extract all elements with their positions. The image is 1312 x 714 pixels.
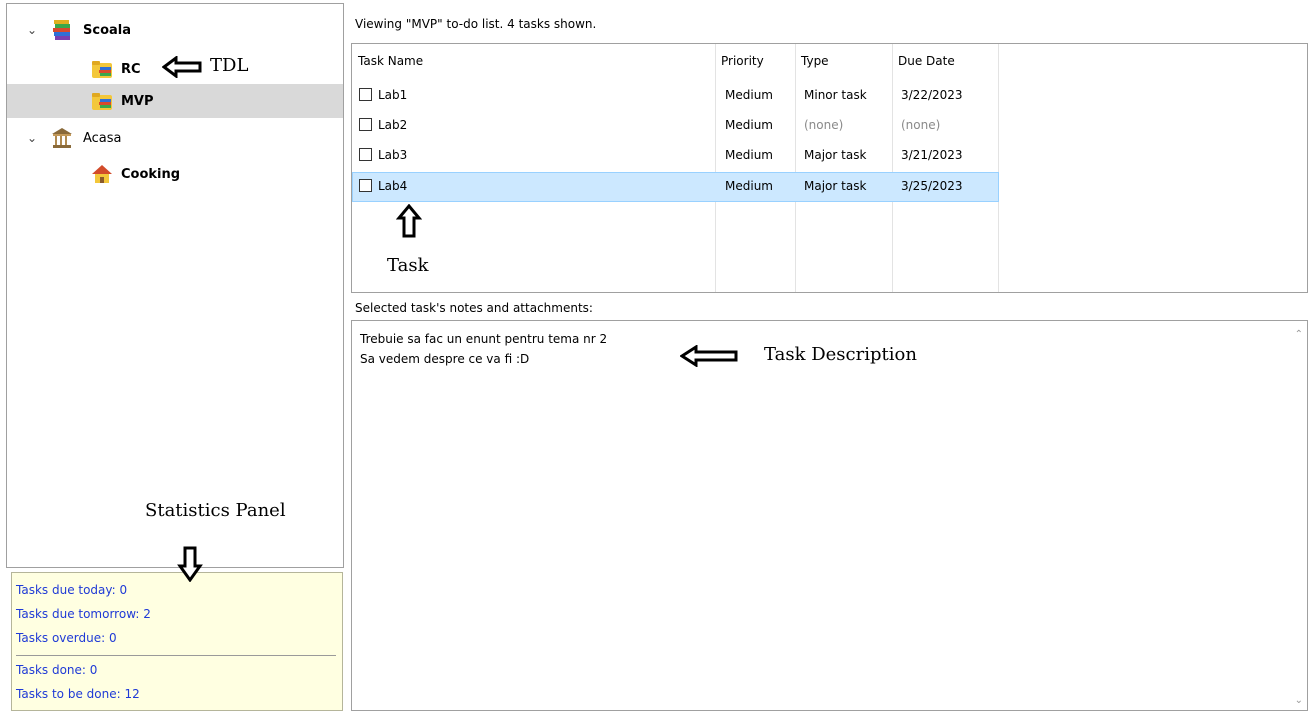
task-type: Major task: [804, 148, 867, 162]
statistics-panel: Tasks due today: 0 Tasks due tomorrow: 2…: [11, 572, 343, 711]
task-checkbox[interactable]: [359, 88, 372, 101]
table-row[interactable]: Lab1 Medium Minor task 3/22/2023: [352, 81, 999, 111]
table-row[interactable]: Lab3 Medium Major task 3/21/2023: [352, 141, 999, 171]
task-type: Minor task: [804, 88, 867, 102]
tree-item-cooking[interactable]: Cooking: [7, 157, 343, 191]
column-header-priority[interactable]: Priority: [721, 54, 764, 68]
chevron-down-icon[interactable]: ⌄: [27, 131, 37, 145]
folder-books-icon: [92, 93, 112, 110]
arrow-left-icon: [680, 345, 738, 367]
task-list[interactable]: Task Name Priority Type Due Date Lab1 Me…: [351, 43, 1308, 293]
tree-item-acasa[interactable]: ⌄ Acasa: [7, 121, 343, 155]
notes-header: Selected task's notes and attachments:: [355, 301, 593, 315]
tree-item-label: Scoala: [83, 22, 132, 38]
task-priority: Medium: [725, 118, 773, 132]
tree-item-label: Cooking: [121, 166, 181, 182]
stats-divider: [16, 655, 336, 656]
task-type: Major task: [804, 179, 867, 193]
task-due-date: (none): [901, 118, 941, 132]
task-name: Lab2: [378, 118, 408, 132]
stat-done: Tasks done: 0: [16, 663, 98, 677]
column-header-due-date[interactable]: Due Date: [898, 54, 955, 68]
column-header-type[interactable]: Type: [801, 54, 829, 68]
tree-item-label: Acasa: [83, 130, 122, 146]
annotation-task: Task: [387, 255, 429, 276]
task-name: Lab3: [378, 148, 408, 162]
table-row-selected[interactable]: Lab4 Medium Major task 3/25/2023: [352, 172, 999, 202]
tree-item-scoala[interactable]: ⌄ Scoala: [7, 13, 343, 47]
scroll-down-icon[interactable]: ⌄: [1295, 695, 1303, 706]
task-priority: Medium: [725, 179, 773, 193]
chevron-down-icon[interactable]: ⌄: [27, 23, 37, 37]
task-priority: Medium: [725, 88, 773, 102]
tdl-tree-panel[interactable]: ⌄ Scoala RC MVP ⌄ Acasa Cooking: [6, 3, 344, 568]
task-due-date: 3/21/2023: [901, 148, 963, 162]
tree-item-label: MVP: [121, 93, 154, 109]
tree-item-mvp[interactable]: MVP: [7, 84, 343, 118]
task-priority: Medium: [725, 148, 773, 162]
house-icon: [92, 165, 112, 183]
arrow-left-icon: [162, 56, 202, 78]
task-name: Lab4: [378, 179, 408, 193]
task-checkbox[interactable]: [359, 148, 372, 161]
notes-textarea[interactable]: Trebuie sa fac un enunt pentru tema nr 2…: [351, 320, 1308, 711]
view-header: Viewing "MVP" to-do list. 4 tasks shown.: [355, 17, 597, 31]
task-due-date: 3/25/2023: [901, 179, 963, 193]
note-line: Sa vedem despre ce va fi :D: [360, 352, 530, 366]
tree-item-label: RC: [121, 61, 141, 77]
stat-due-today: Tasks due today: 0: [16, 583, 128, 597]
arrow-up-icon: [396, 204, 422, 238]
task-checkbox[interactable]: [359, 118, 372, 131]
task-name: Lab1: [378, 88, 408, 102]
annotation-task-description: Task Description: [764, 344, 917, 365]
task-due-date: 3/22/2023: [901, 88, 963, 102]
annotation-tdl: TDL: [210, 55, 249, 76]
column-header-task-name[interactable]: Task Name: [358, 54, 423, 68]
books-icon: [53, 20, 70, 40]
annotation-statistics-panel: Statistics Panel: [145, 500, 286, 521]
stat-overdue: Tasks overdue: 0: [16, 631, 117, 645]
task-checkbox[interactable]: [359, 179, 372, 192]
scroll-up-icon[interactable]: ⌃: [1295, 329, 1303, 340]
bank-building-icon: [52, 128, 72, 148]
folder-books-icon: [92, 61, 112, 78]
stat-due-tomorrow: Tasks due tomorrow: 2: [16, 607, 151, 621]
stat-to-be-done: Tasks to be done: 12: [16, 687, 140, 701]
arrow-down-icon: [177, 546, 203, 582]
table-row[interactable]: Lab2 Medium (none) (none): [352, 111, 999, 141]
task-type: (none): [804, 118, 844, 132]
note-line: Trebuie sa fac un enunt pentru tema nr 2: [360, 332, 608, 346]
